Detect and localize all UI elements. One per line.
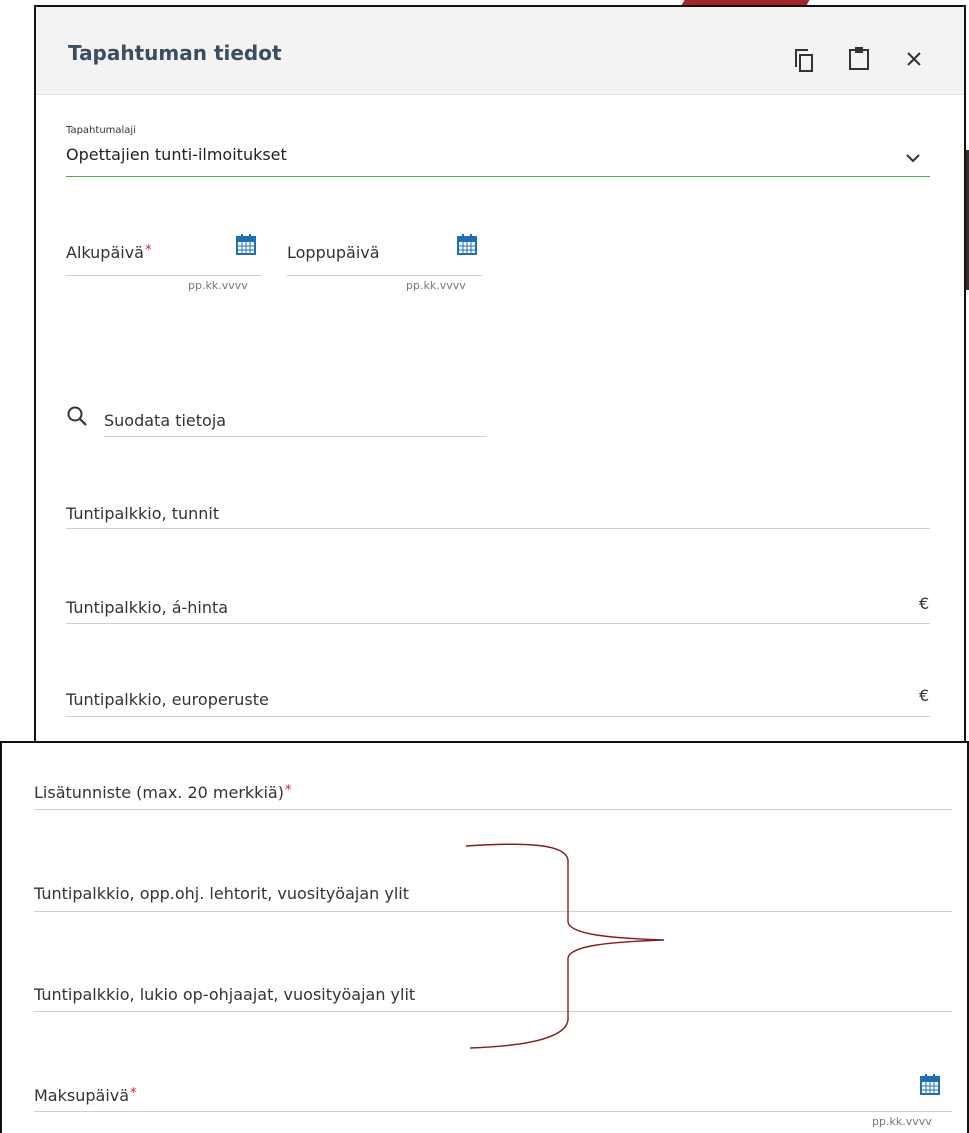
- start-date-field[interactable]: Alkupäivä*: [66, 243, 151, 262]
- copy-icon[interactable]: [794, 47, 816, 77]
- payment-date-label: Maksupäivä: [34, 1086, 130, 1105]
- required-marker: *: [130, 1086, 137, 1101]
- start-date-label: Alkupäivä: [66, 243, 144, 262]
- search-icon: [66, 405, 88, 431]
- end-date-underline: [287, 275, 482, 276]
- euro-suffix: €: [919, 686, 930, 705]
- field-euro-basis-underline: [66, 716, 930, 717]
- field-counselors-overtime[interactable]: Tuntipalkkio, lukio op-ohjaajat, vuosity…: [34, 985, 415, 1004]
- extra-id-underline: [34, 809, 952, 810]
- event-type-label: Tapahtumalaji: [66, 125, 136, 136]
- extra-id-label: Lisätunniste (max. 20 merkkiä): [34, 783, 284, 802]
- end-date-hint: pp.kk.vvvv: [406, 279, 466, 292]
- field-hours-underline: [66, 528, 930, 529]
- event-type-underline: [66, 176, 930, 177]
- dialog-title: Tapahtuman tiedot: [68, 41, 282, 65]
- dialog-header: Tapahtuman tiedot: [36, 7, 964, 95]
- event-details-dialog: Tapahtuman tiedot Tapahtumalaji Opettaji…: [34, 5, 966, 749]
- calendar-icon[interactable]: [236, 233, 256, 259]
- required-marker: *: [284, 783, 292, 798]
- euro-suffix: €: [919, 594, 930, 613]
- filter-input[interactable]: Suodata tietoja: [104, 411, 226, 430]
- required-marker: *: [144, 243, 152, 258]
- end-date-field[interactable]: Loppupäivä: [287, 243, 380, 262]
- payment-date-hint: pp.kk.vvvv: [872, 1115, 932, 1128]
- close-icon[interactable]: [904, 49, 924, 73]
- payment-date-field[interactable]: Maksupäivä*: [34, 1086, 137, 1105]
- chevron-down-icon[interactable]: [906, 148, 920, 167]
- filter-underline: [104, 436, 486, 437]
- field-unit-price[interactable]: Tuntipalkkio, á-hinta: [66, 598, 228, 617]
- event-type-select[interactable]: Opettajien tunti-ilmoitukset: [66, 145, 287, 164]
- calendar-icon[interactable]: [920, 1073, 940, 1099]
- extra-id-field[interactable]: Lisätunniste (max. 20 merkkiä)*: [34, 783, 291, 802]
- field-lecturers-overtime[interactable]: Tuntipalkkio, opp.ohj. lehtorit, vuosity…: [34, 884, 409, 903]
- clipboard-icon[interactable]: [848, 45, 870, 75]
- start-date-hint: pp.kk.vvvv: [188, 279, 248, 292]
- payment-date-underline: [34, 1111, 952, 1112]
- start-date-underline: [66, 275, 261, 276]
- field-hours[interactable]: Tuntipalkkio, tunnit: [66, 504, 219, 523]
- field-euro-basis[interactable]: Tuntipalkkio, europeruste: [66, 690, 269, 709]
- field-unit-price-underline: [66, 623, 930, 624]
- calendar-icon[interactable]: [457, 233, 477, 259]
- bracket-annotation: [466, 843, 665, 1049]
